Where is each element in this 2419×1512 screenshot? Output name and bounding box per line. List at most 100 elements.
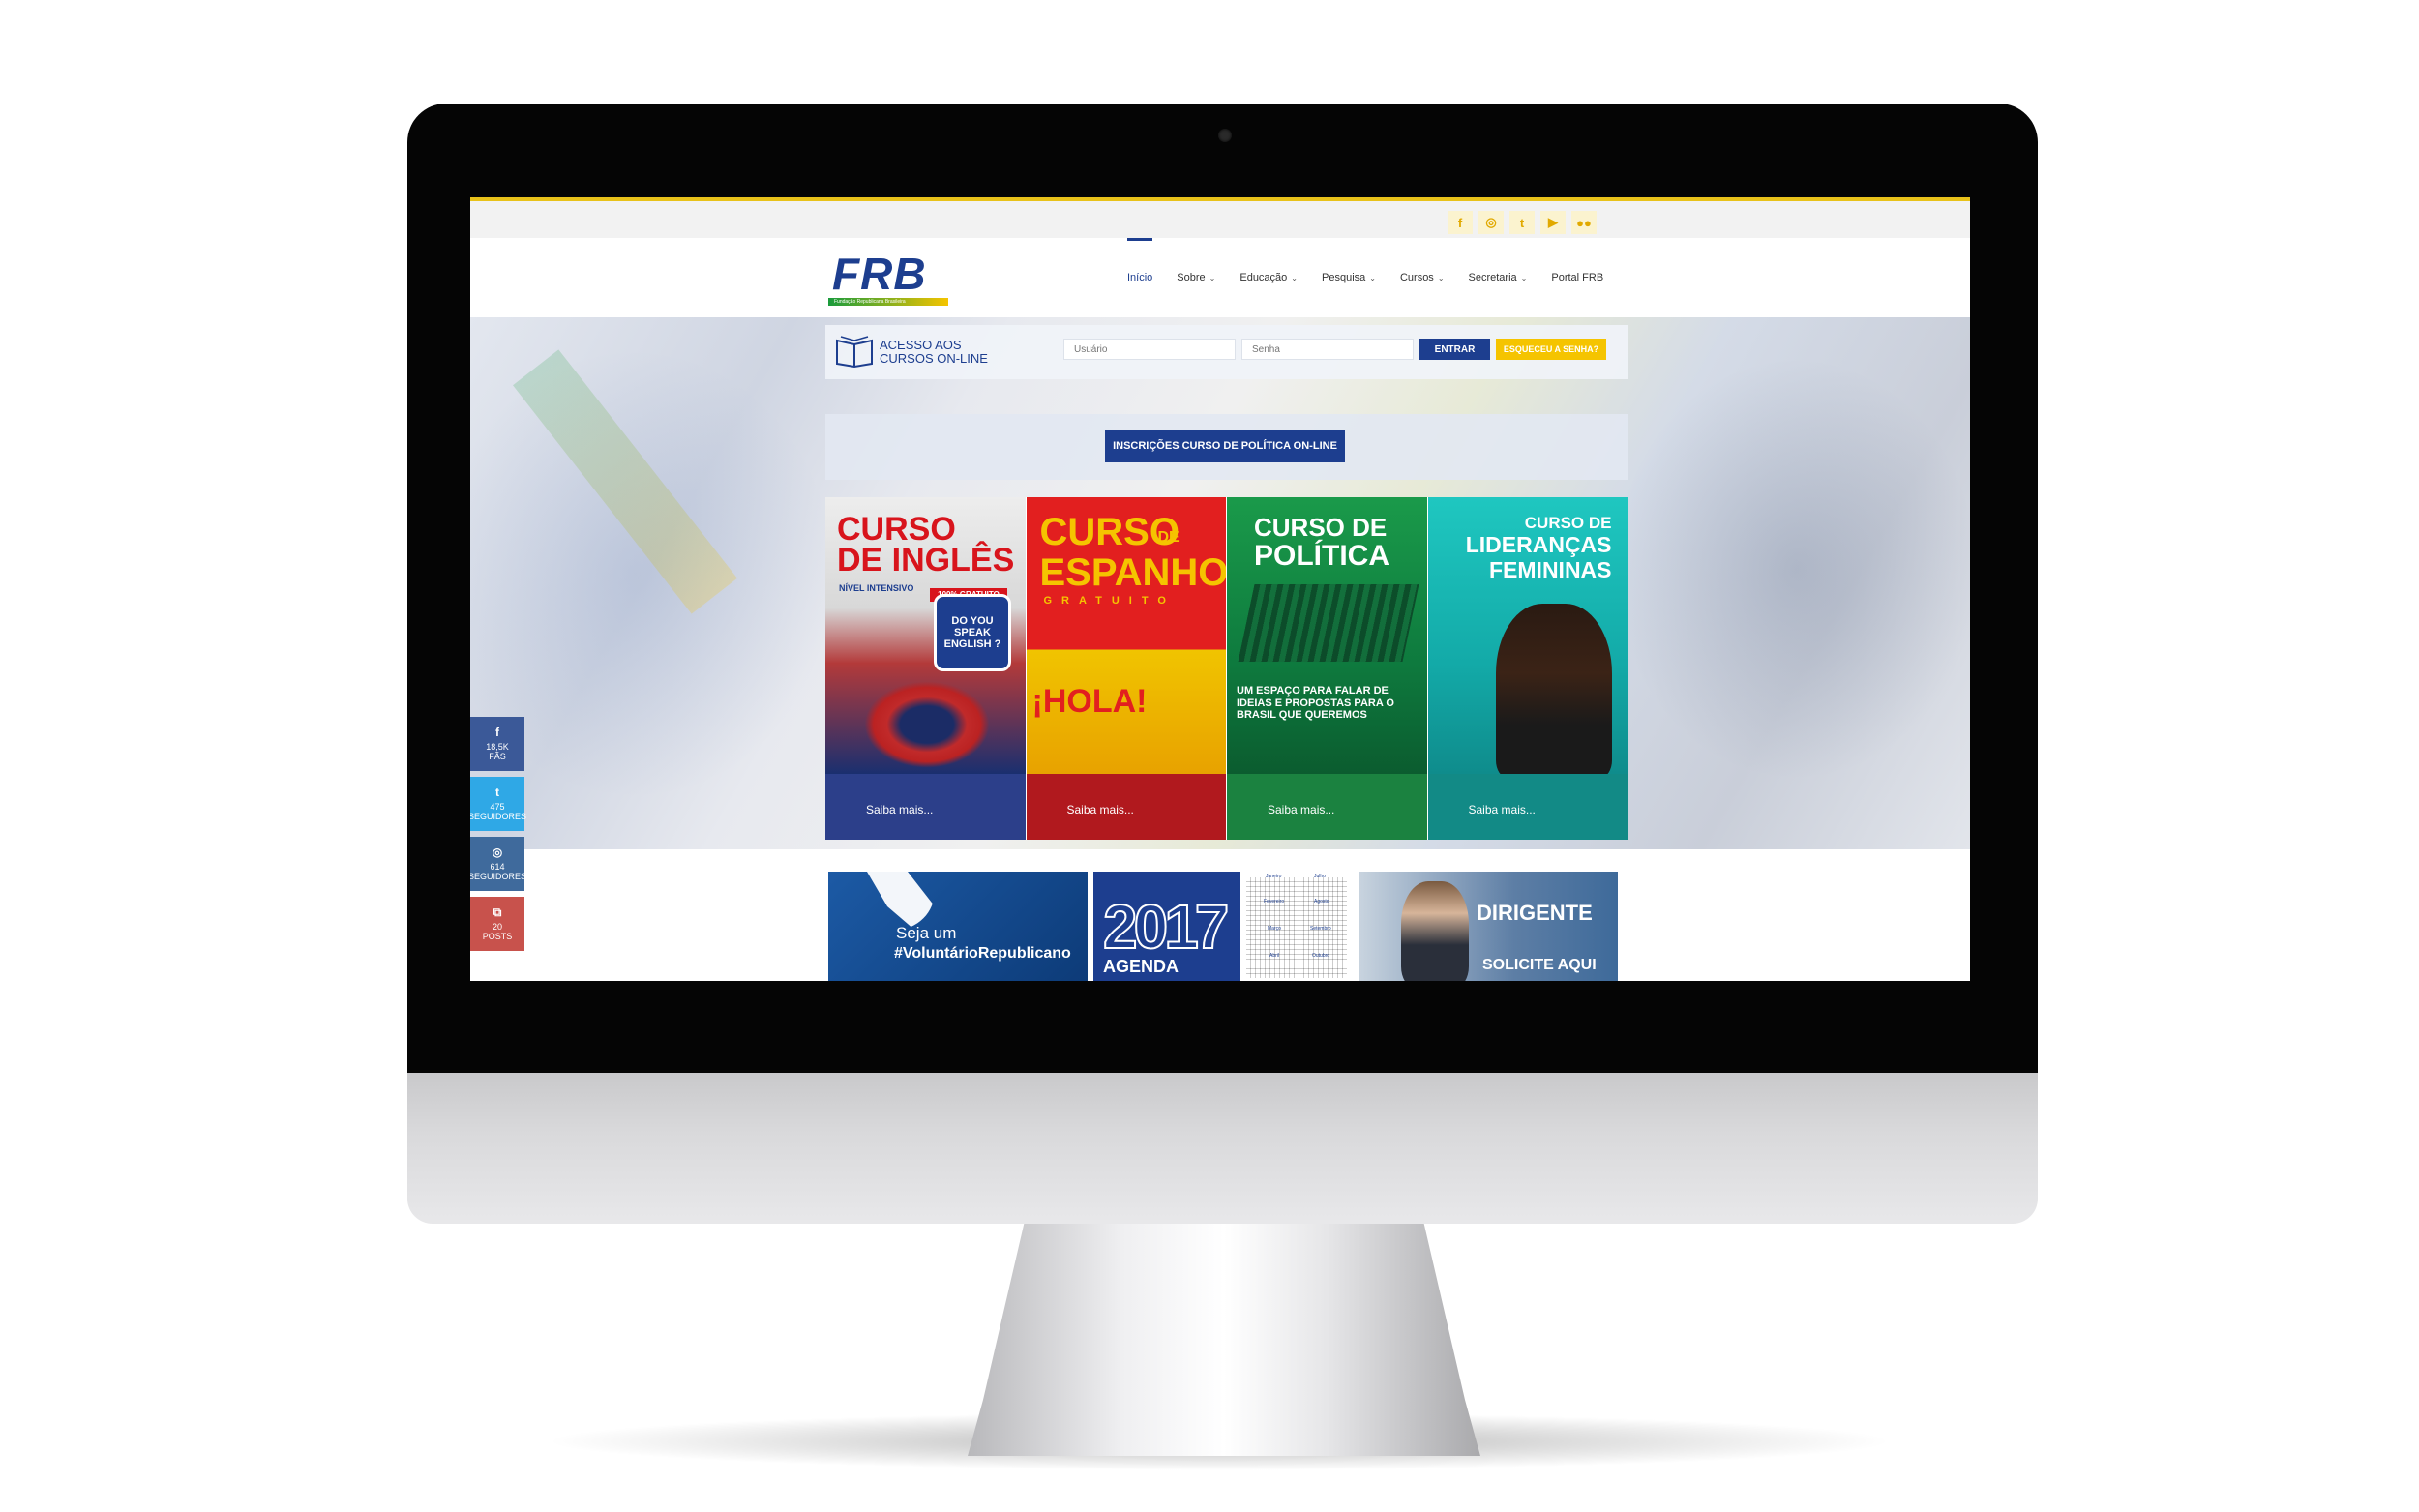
monitor-chin: [407, 1073, 2038, 1224]
facebook-count-label: FÃS: [489, 751, 506, 761]
agenda-banner[interactable]: 2017 AGENDA Janeiro Julho Fevereiro Agos…: [1093, 872, 1353, 981]
main-nav: Início Sobre ⌄ Educação ⌄ Pesquisa ⌄ Cursos…: [1127, 238, 1603, 317]
login-title-line2: CURSOS ON-LINE: [880, 351, 988, 366]
nav-label: Início: [1127, 272, 1153, 283]
nav-educacao[interactable]: Educação ⌄: [1239, 238, 1298, 317]
top-bar: f ◎ t ▶ ●●: [470, 197, 1970, 238]
dirigente-title: DIRIGENTE: [1477, 901, 1593, 925]
logo-text: FRB: [832, 249, 927, 299]
instagram-count-label: SEGUIDORES: [470, 871, 527, 881]
camera-icon: [1218, 129, 1232, 142]
instagram-count-button[interactable]: ◎ 614 SEGUIDORES: [470, 837, 527, 891]
hero-background-shape: [470, 346, 838, 801]
nav-label: Educação: [1239, 272, 1288, 283]
agenda-label: AGENDA: [1103, 957, 1180, 976]
course-card-espanhol[interactable]: CURSO DE ESPANHOL GRATUITO ¡HOLA! Saiba …: [1026, 497, 1227, 840]
password-input[interactable]: [1241, 339, 1414, 360]
speak-english-badge: DO YOU SPEAK ENGLISH ?: [934, 594, 1011, 671]
flickr-icon[interactable]: ●●: [1571, 211, 1597, 234]
nav-label: Sobre: [1177, 272, 1206, 283]
course-title-line1: CURSO DE: [1524, 514, 1612, 532]
twitter-icon[interactable]: t: [1509, 211, 1535, 234]
volunteer-line2: #VoluntárioRepublicano: [894, 945, 1071, 962]
facebook-icon[interactable]: f: [1448, 211, 1473, 234]
chevron-down-icon: ⌄: [1291, 273, 1298, 282]
course-title-line2: POLÍTICA: [1254, 540, 1389, 572]
floating-social-bar: f 18,5K FÃS t 475 SEGUIDORES ◎ 614 SEGUI…: [470, 717, 527, 951]
course-card-ingles[interactable]: CURSO DE INGLÊS NÍVEL INTENSIVO 100% GRA…: [825, 497, 1027, 840]
woman-photo: [1495, 604, 1612, 778]
dirigente-banner[interactable]: DIRIGENTE SOLICITE AQUI: [1359, 872, 1618, 981]
instagram-icon: ◎: [492, 845, 503, 859]
nav-sobre[interactable]: Sobre ⌄: [1177, 238, 1215, 317]
calendar-month: Janeiro: [1266, 874, 1282, 879]
course-title-connector: DE: [1157, 529, 1180, 546]
course-subtitle: GRATUITO: [1043, 595, 1176, 607]
saiba-mais-link[interactable]: Saiba mais...: [1268, 803, 1334, 816]
logo-subtitle: Fundação Republicana Brasileira: [834, 299, 906, 305]
calendar-month: Outubro: [1312, 953, 1330, 959]
hand-icon: [867, 872, 935, 930]
calendar-month: Fevereiro: [1264, 899, 1285, 904]
chevron-down-icon: ⌄: [1369, 273, 1376, 282]
course-card-liderancas[interactable]: CURSO DE LIDERANÇAS FEMININAS Saiba mais…: [1427, 497, 1628, 840]
saiba-mais-link[interactable]: Saiba mais...: [1469, 803, 1536, 816]
course-card-footer: Saiba mais...: [1227, 774, 1427, 840]
course-title-line1: CURSO DE: [1254, 513, 1388, 542]
calendar-grid: [1246, 877, 1347, 978]
dirigente-cta: SOLICITE AQUI: [1482, 957, 1597, 973]
registration-button[interactable]: INSCRIÇÕES CURSO DE POLÍTICA ON-LINE: [1105, 430, 1345, 462]
open-book-icon: [836, 336, 873, 368]
course-title-line3: FEMININAS: [1489, 557, 1612, 582]
login-panel: ACESSO AOS CURSOS ON-LINE ENTRAR ESQUECE…: [825, 325, 1628, 379]
calendar-month: Setembro: [1310, 926, 1331, 932]
chevron-down-icon: ⌄: [1209, 273, 1216, 282]
twitter-count-label: SEGUIDORES: [470, 811, 527, 821]
agenda-year: 2017: [1102, 891, 1230, 963]
promo-banners: Seja um #VoluntárioRepublicano 2017 AGEN…: [828, 872, 1622, 981]
laptop-illustration: [1238, 584, 1419, 662]
nav-cursos[interactable]: Cursos ⌄: [1400, 238, 1445, 317]
lips-illustration: [864, 681, 990, 768]
hola-text: ¡HOLA!: [1031, 683, 1148, 720]
nav-portal-frb[interactable]: Portal FRB: [1551, 238, 1603, 317]
facebook-icon: f: [495, 725, 499, 739]
nav-label: Cursos: [1399, 272, 1434, 283]
calendar-month: Agosto: [1314, 899, 1329, 904]
course-description: UM ESPAÇO PARA FALAR DE IDEIAS E PROPOST…: [1237, 685, 1394, 722]
nav-pesquisa[interactable]: Pesquisa ⌄: [1322, 238, 1376, 317]
course-card-footer: Saiba mais...: [825, 774, 1026, 840]
calendar-month: Março: [1268, 926, 1281, 932]
course-card-politica[interactable]: CURSO DE POLÍTICA UM ESPAÇO PARA FALAR D…: [1227, 497, 1428, 840]
monitor-stand: [968, 1224, 1480, 1456]
nav-label: Secretaria: [1468, 272, 1517, 283]
login-button[interactable]: ENTRAR: [1419, 339, 1490, 360]
nav-inicio[interactable]: Início: [1127, 238, 1153, 317]
registration-panel: INSCRIÇÕES CURSO DE POLÍTICA ON-LINE: [825, 414, 1628, 480]
twitter-count-button[interactable]: t 475 SEGUIDORES: [470, 777, 527, 831]
volunteer-banner[interactable]: Seja um #VoluntárioRepublicano: [828, 872, 1088, 981]
facebook-count-button[interactable]: f 18,5K FÃS: [470, 717, 524, 771]
nav-label: Portal FRB: [1551, 272, 1604, 283]
chevron-down-icon: ⌄: [1437, 273, 1445, 282]
posts-count-button[interactable]: ⧉ 20 POSTS: [470, 897, 524, 951]
posts-icon: ⧉: [493, 904, 502, 919]
frb-logo[interactable]: FRB Fundação Republicana Brasileira: [828, 248, 948, 306]
youtube-icon[interactable]: ▶: [1540, 211, 1566, 234]
hero-background-shape: [1612, 356, 1970, 782]
nav-label: Pesquisa: [1322, 272, 1366, 283]
top-social-links: f ◎ t ▶ ●●: [1448, 211, 1597, 234]
nav-secretaria[interactable]: Secretaria ⌄: [1469, 238, 1528, 317]
course-subtitle: NÍVEL INTENSIVO: [839, 583, 914, 593]
businessman-photo: [1401, 881, 1469, 981]
username-input[interactable]: [1063, 339, 1236, 360]
saiba-mais-link[interactable]: Saiba mais...: [1067, 803, 1134, 816]
course-title-line2: ESPANHOL: [1039, 551, 1227, 594]
calendar-month: Julho: [1314, 874, 1326, 879]
course-title-line2: LIDERANÇAS: [1465, 532, 1612, 557]
course-title-line1: CURSO: [837, 511, 956, 548]
website-screen: f ◎ t ▶ ●● FRB Fundação Republicana Bras…: [470, 197, 1970, 981]
instagram-icon[interactable]: ◎: [1478, 211, 1504, 234]
forgot-password-button[interactable]: ESQUECEU A SENHA?: [1496, 339, 1606, 360]
saiba-mais-link[interactable]: Saiba mais...: [866, 803, 933, 816]
